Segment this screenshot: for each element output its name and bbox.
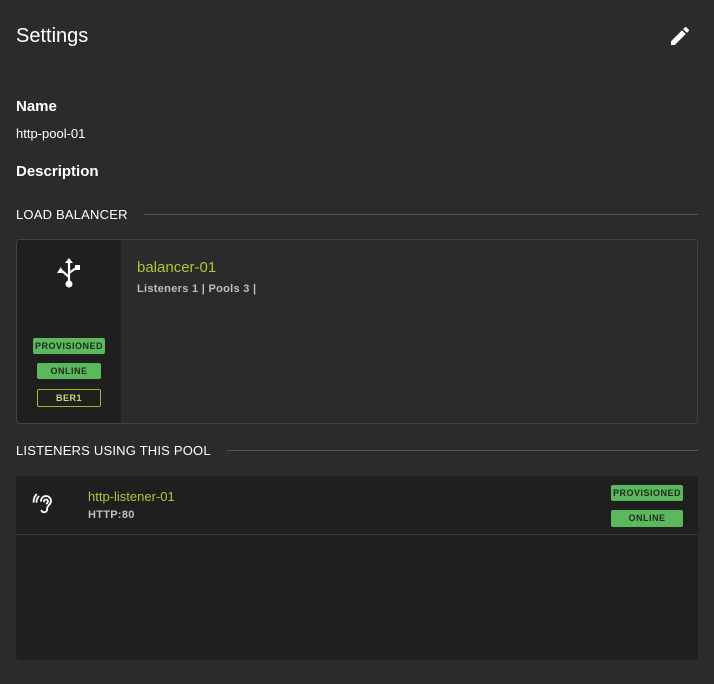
name-label: Name [16, 98, 57, 115]
section-divider [143, 213, 698, 215]
load-balancer-name-link[interactable]: balancer-01 [137, 259, 216, 276]
ear-icon [32, 493, 52, 514]
online-badge: ONLINE [611, 510, 683, 527]
settings-panel: Settings Name http-pool-01 Description L… [0, 0, 714, 684]
location-badge: BER1 [37, 389, 101, 407]
online-badge: ONLINE [37, 363, 101, 379]
list-item[interactable]: http-listener-01 HTTP:80 PROVISIONED ONL… [16, 476, 698, 535]
provisioned-badge: PROVISIONED [611, 485, 683, 501]
name-value: http-pool-01 [16, 126, 86, 141]
load-balancer-card[interactable]: PROVISIONED ONLINE BER1 balancer-01 List… [16, 239, 698, 424]
load-balancer-meta: Listeners 1 | Pools 3 | [137, 283, 257, 295]
page-title: Settings [16, 25, 89, 47]
pencil-icon [671, 26, 690, 45]
listeners-section-title: LISTENERS USING THIS POOL [16, 442, 211, 458]
description-label: Description [16, 163, 99, 180]
section-divider [226, 449, 698, 451]
provisioned-badge: PROVISIONED [33, 338, 105, 354]
load-balancer-section-title: LOAD BALANCER [16, 206, 128, 222]
usb-share-icon [57, 258, 80, 288]
listeners-list: http-listener-01 HTTP:80 PROVISIONED ONL… [16, 476, 698, 660]
load-balancer-section-header: LOAD BALANCER [16, 206, 698, 222]
load-balancer-card-sidebar: PROVISIONED ONLINE BER1 [17, 240, 121, 423]
listeners-section-header: LISTENERS USING THIS POOL [16, 442, 698, 458]
edit-button[interactable] [668, 24, 692, 48]
panel-header: Settings [16, 24, 698, 50]
listener-name-link[interactable]: http-listener-01 [88, 489, 175, 504]
listener-protocol: HTTP:80 [88, 509, 135, 521]
